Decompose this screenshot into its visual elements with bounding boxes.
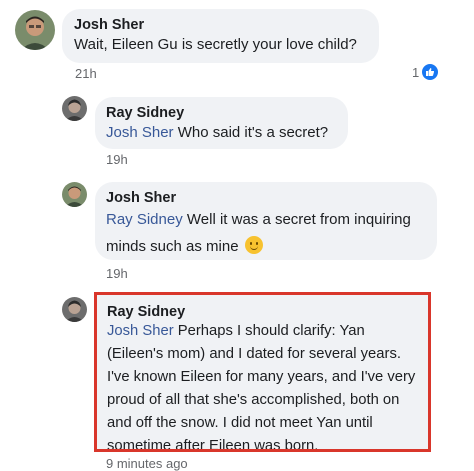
reaction-count: 1 (412, 64, 420, 80)
avatar-ray-sidney[interactable] (62, 96, 87, 121)
avatar-josh-sher[interactable] (15, 10, 55, 50)
comment-text: Ray Sidney Well it was a secret from inq… (106, 211, 411, 255)
comment-text: Josh Sher Who said it's a secret? (106, 124, 329, 141)
highlight-box (94, 292, 431, 452)
comment-timestamp[interactable]: 19h (106, 152, 128, 167)
comment-bubble: Ray Sidney Josh Sher Who said it's a sec… (95, 97, 348, 149)
comment-bubble: Josh Sher Ray Sidney Well it was a secre… (95, 182, 437, 260)
reaction-summary[interactable]: 1 (412, 64, 439, 80)
mention-link[interactable]: Ray Sidney (106, 211, 183, 228)
smile-emoji-icon (244, 236, 263, 254)
comment-text: Wait, Eileen Gu is secretly your love ch… (74, 36, 357, 53)
like-icon (422, 64, 439, 80)
avatar-josh-sher[interactable] (62, 182, 87, 207)
mention-link[interactable]: Josh Sher (106, 124, 174, 141)
comment-author[interactable]: Josh Sher (106, 190, 426, 206)
comment-author[interactable]: Josh Sher (74, 17, 367, 33)
comment-timestamp[interactable]: 19h (106, 266, 128, 281)
avatar-ray-sidney[interactable] (62, 297, 87, 322)
comment-timestamp[interactable]: 21h (75, 66, 97, 81)
comment-author[interactable]: Ray Sidney (106, 105, 337, 121)
comment-bubble: Josh Sher Wait, Eileen Gu is secretly yo… (62, 9, 379, 63)
comment-timestamp[interactable]: 9 minutes ago (106, 456, 188, 471)
